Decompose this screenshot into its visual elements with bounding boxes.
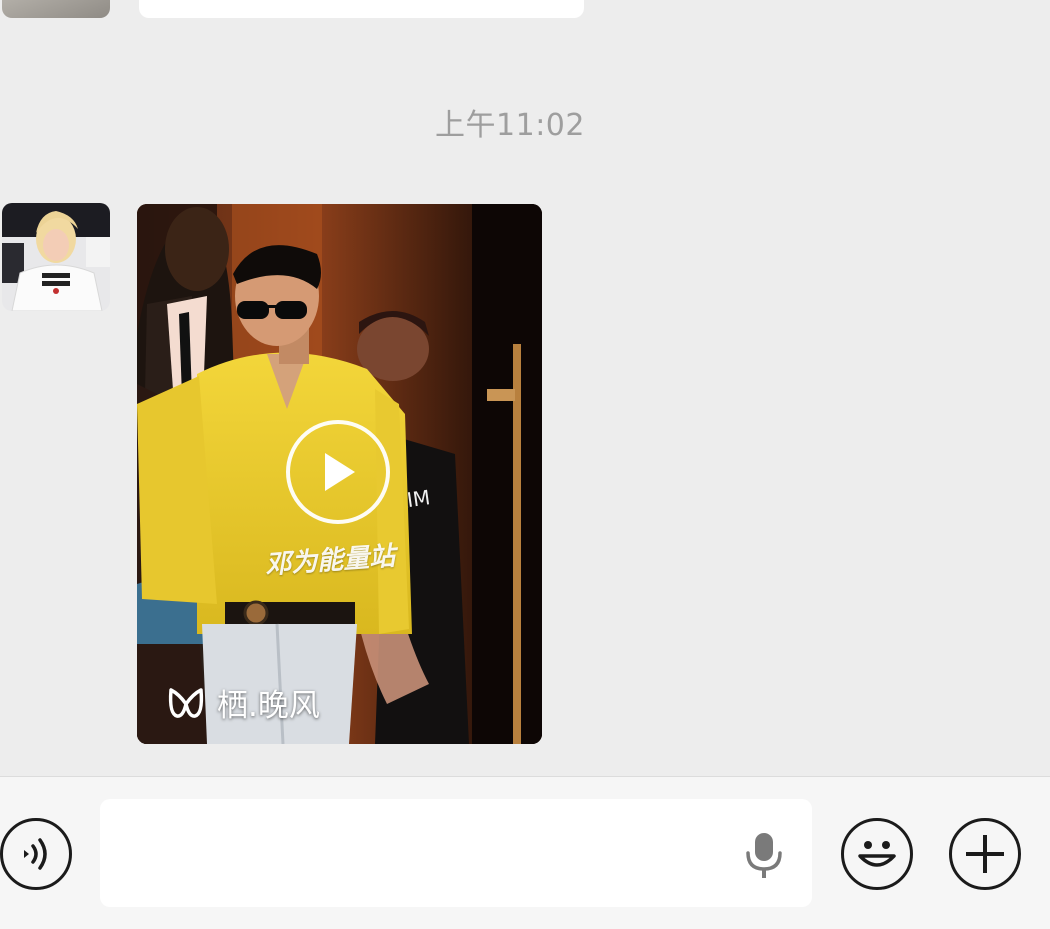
message-timestamp: 上午11:02 — [435, 108, 585, 143]
video-channel-info: 栖.晚风 — [167, 680, 320, 725]
channels-icon — [168, 687, 204, 718]
chat-area[interactable]: 上午11:02 KIM 邓为能量站 栖.晚风 — [0, 0, 1050, 776]
play-icon — [325, 453, 355, 491]
more-options-button[interactable] — [949, 818, 1021, 890]
play-button[interactable] — [286, 420, 390, 524]
emoji-icon — [858, 841, 896, 867]
video-channel-name: 栖.晚风 — [217, 688, 320, 724]
previous-message-bubble[interactable] — [139, 0, 584, 18]
voice-mode-icon — [24, 838, 47, 870]
input-bar — [0, 776, 1050, 929]
emoji-button[interactable] — [841, 818, 913, 890]
plus-icon — [966, 835, 1004, 873]
message-input[interactable] — [118, 823, 722, 885]
video-message-card[interactable]: KIM 邓为能量站 栖.晚风 — [137, 204, 542, 744]
message-input-field[interactable] — [100, 799, 812, 907]
microphone-button[interactable] — [742, 831, 786, 879]
previous-sender-avatar[interactable] — [2, 0, 110, 18]
voice-mode-button[interactable] — [0, 818, 72, 890]
microphone-icon — [746, 833, 782, 878]
sender-avatar[interactable] — [2, 203, 110, 311]
